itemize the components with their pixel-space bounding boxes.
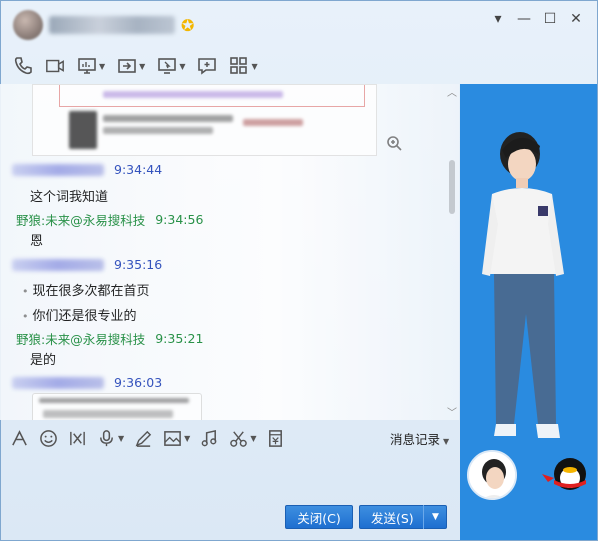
dropdown-arrow-icon[interactable]: ▼ <box>139 62 145 71</box>
sender-name[interactable]: 野狼:未来@永易搜科技 <box>16 210 145 229</box>
message-time: 9:35:16 <box>114 257 163 272</box>
window-controls: ▾ — ☐ ✕ <box>485 11 589 27</box>
message-area[interactable]: 9:34:44 这个词我知道 野狼:未来@永易搜科技 9:34:56 恩 9:3… <box>0 84 459 420</box>
remote-assist-button[interactable]: ▼ <box>157 56 185 76</box>
blurred-image-content <box>243 119 303 126</box>
pen-icon <box>135 430 152 447</box>
screen-share-button[interactable]: ▼ <box>77 56 105 76</box>
blurred-image-content <box>43 410 173 418</box>
message-text: 恩 <box>30 234 44 249</box>
sender-name[interactable]: 野狼:未来@永易搜科技 <box>16 329 145 348</box>
red-packet-icon <box>269 429 283 447</box>
video-call-button[interactable] <box>45 56 65 76</box>
blurred-image-content <box>103 115 233 122</box>
apps-icon <box>230 57 248 74</box>
message-time: 9:34:44 <box>114 162 163 177</box>
emoji-icon <box>40 429 57 447</box>
dropdown-icon[interactable]: ▾ <box>485 11 511 27</box>
pen-button[interactable] <box>134 429 153 448</box>
shared-screenshot-card[interactable] <box>32 393 202 420</box>
remote-assist-icon <box>158 58 177 74</box>
message-text: 这个词我知道 <box>30 190 109 205</box>
apps-button[interactable]: ▼ <box>229 56 258 76</box>
shared-image-card[interactable] <box>32 84 402 156</box>
zoom-in-icon[interactable] <box>386 135 402 151</box>
red-packet-button[interactable] <box>266 429 285 448</box>
message-time: 9:36:03 <box>114 375 163 390</box>
dropdown-arrow-icon[interactable]: ▼ <box>99 62 105 71</box>
message-time: 9:34:56 <box>155 212 204 227</box>
dropdown-arrow-icon[interactable]: ▼ <box>251 62 257 71</box>
file-transfer-button[interactable]: ▼ <box>117 56 145 76</box>
minimize-button[interactable]: — <box>511 11 537 27</box>
message-header: 9:36:03 <box>12 375 162 390</box>
title-bar: ✪ ▾ — ☐ ✕ <box>1 1 597 49</box>
font-button[interactable] <box>10 429 29 448</box>
comment-icon <box>198 58 217 75</box>
file-transfer-icon <box>118 59 136 73</box>
dropdown-arrow-icon: ▼ <box>443 437 450 446</box>
music-icon <box>201 429 217 446</box>
dropdown-arrow-icon[interactable]: ▼ <box>250 434 256 443</box>
sender-name-blurred[interactable] <box>12 376 104 389</box>
message-history-button[interactable]: 消息记录 ▼ <box>390 429 449 448</box>
message-scrollbar[interactable]: ︿ ﹀ <box>445 84 459 420</box>
scroll-up-icon[interactable]: ︿ <box>445 84 459 99</box>
blurred-image-content <box>39 398 189 403</box>
sender-name-blurred[interactable] <box>12 163 104 176</box>
voice-button[interactable]: ▼ <box>97 429 124 448</box>
phone-button[interactable] <box>13 56 33 76</box>
comment-button[interactable] <box>197 56 217 76</box>
gif-button[interactable] <box>68 429 87 448</box>
my-avatar[interactable] <box>467 450 517 500</box>
message-header: 9:34:44 <box>12 162 162 177</box>
history-label: 消息记录 <box>390 432 441 447</box>
screen-share-icon <box>78 58 96 74</box>
voice-icon <box>100 429 113 446</box>
message-text: 是的 <box>30 353 57 368</box>
message-text: 你们还是很专业的 <box>22 305 137 324</box>
message-text: 现在很多次都在首页 <box>22 280 150 299</box>
image-icon <box>164 430 182 446</box>
top-toolbar: ▼ ▼ ▼ ▼ <box>1 51 461 81</box>
scrollbar-thumb[interactable] <box>449 160 455 214</box>
message-input[interactable] <box>0 453 459 503</box>
blurred-image-content <box>103 127 213 134</box>
qq-penguin-icon[interactable] <box>540 452 592 496</box>
font-icon <box>12 429 27 445</box>
message-time: 9:35:21 <box>155 331 204 346</box>
emoji-button[interactable] <box>39 429 58 448</box>
message-header: 野狼:未来@永易搜科技 9:34:56 <box>16 210 203 229</box>
dropdown-arrow-icon[interactable]: ▼ <box>179 62 185 71</box>
avatar-character-illustration <box>482 132 564 438</box>
vip-star-icon[interactable]: ✪ <box>181 16 194 35</box>
close-button[interactable]: 关闭(C) <box>285 505 353 529</box>
video-icon <box>46 59 64 73</box>
blurred-image-content <box>69 111 97 149</box>
maximize-button[interactable]: ☐ <box>537 11 563 27</box>
dropdown-arrow-icon[interactable]: ▼ <box>184 434 190 443</box>
music-button[interactable] <box>200 429 219 448</box>
dropdown-arrow-icon[interactable]: ▼ <box>118 434 124 443</box>
scissors-icon <box>230 430 248 447</box>
scroll-down-icon[interactable]: ﹀ <box>445 404 459 419</box>
message-header: 9:35:16 <box>12 257 162 272</box>
contact-name-blurred[interactable] <box>49 16 175 34</box>
blurred-image-content <box>103 91 283 98</box>
close-window-button[interactable]: ✕ <box>563 11 589 27</box>
phone-icon <box>14 57 32 75</box>
sender-name-blurred[interactable] <box>12 258 104 271</box>
gif-icon <box>70 431 85 445</box>
screenshot-button[interactable]: ▼ <box>229 429 256 448</box>
send-options-dropdown[interactable]: ▼ <box>423 505 447 529</box>
image-button[interactable]: ▼ <box>163 429 190 448</box>
contact-avatar[interactable] <box>13 10 43 40</box>
message-header: 野狼:未来@永易搜科技 9:35:21 <box>16 329 203 348</box>
